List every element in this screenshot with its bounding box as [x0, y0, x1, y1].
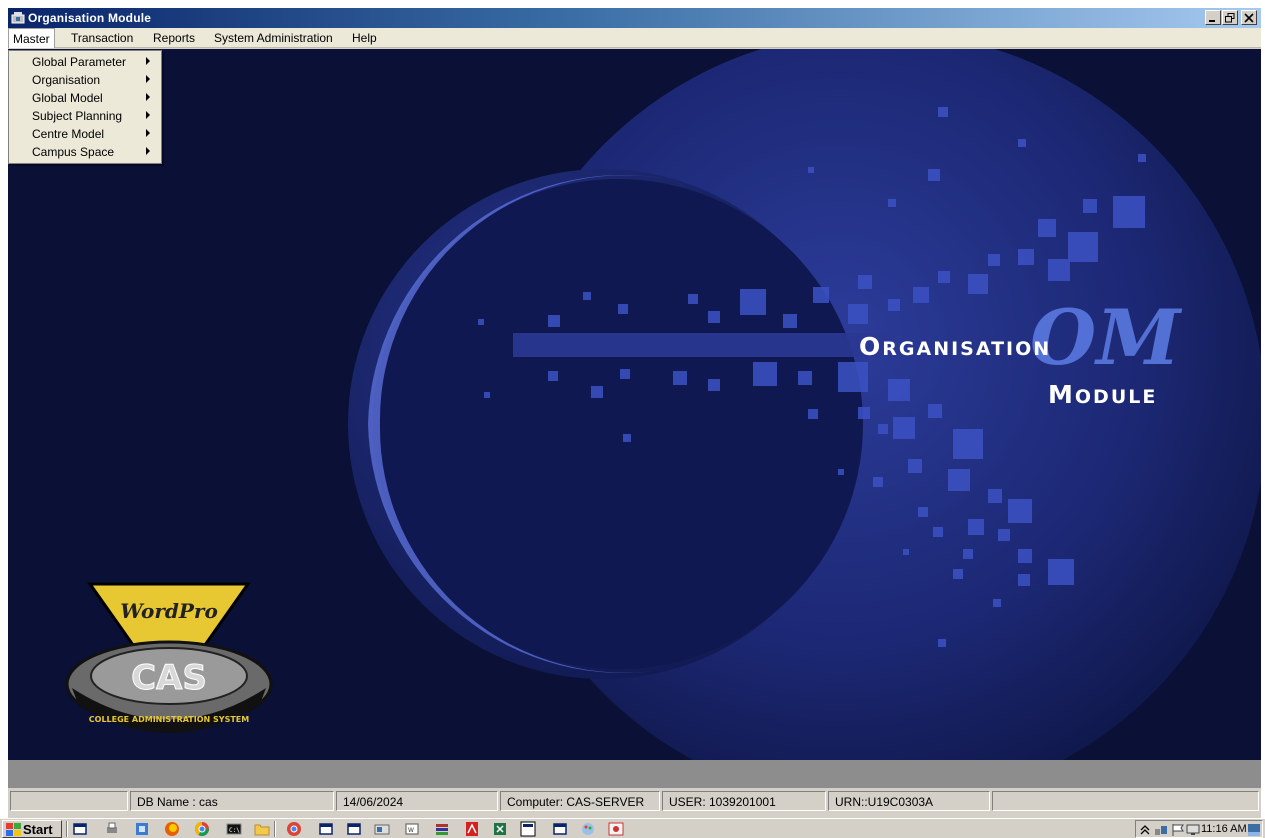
menu-item-label: Centre Model: [32, 127, 105, 141]
app-window: Organisation Module Master Transaction R…: [8, 8, 1261, 818]
submenu-arrow-icon: [146, 129, 150, 137]
terminal-icon[interactable]: C:\: [226, 821, 242, 837]
logo-cas-text: CAS: [131, 658, 207, 698]
title-bar[interactable]: Organisation Module: [8, 8, 1261, 28]
cas-logo: WordPro CAS COLLEGE ADMINISTRATION SYSTE…: [65, 582, 273, 733]
splash-line2-rest: ODULE: [1074, 386, 1158, 408]
monitor-icon[interactable]: [1186, 823, 1200, 837]
status-panel-blank: [10, 791, 128, 811]
menu-item-organisation[interactable]: Organisation: [9, 70, 161, 88]
window-app-icon[interactable]: [552, 821, 568, 837]
chevron-up-icon[interactable]: [1140, 824, 1150, 836]
image-viewer-icon[interactable]: [608, 821, 624, 837]
restore-button[interactable]: [1222, 10, 1238, 25]
menu-item-campus-space[interactable]: Campus Space: [9, 142, 161, 160]
chrome-icon[interactable]: [194, 821, 210, 837]
menu-item-label: Global Model: [32, 91, 103, 105]
status-bar: DB Name : cas 14/06/2024 Computer: CAS-S…: [8, 788, 1261, 814]
status-user: USER: 1039201001: [662, 791, 826, 811]
start-label: Start: [23, 822, 53, 837]
submenu-arrow-icon: [146, 111, 150, 119]
menu-item-subject-planning[interactable]: Subject Planning: [9, 106, 161, 124]
taskbar: Start C:\ W 11:16 AM: [0, 818, 1265, 838]
window-app-icon[interactable]: W: [404, 821, 420, 837]
gray-band: [8, 760, 1261, 788]
submenu-arrow-icon: [146, 93, 150, 101]
menu-reports[interactable]: Reports: [153, 31, 195, 45]
splash-line1-initial: O: [859, 332, 883, 361]
submenu-arrow-icon: [146, 75, 150, 83]
logo-brand-text: WordPro: [120, 599, 218, 623]
show-desktop-icon[interactable]: [1248, 824, 1260, 836]
window-app-icon[interactable]: [346, 821, 362, 837]
status-computer: Computer: CAS-SERVER: [500, 791, 660, 811]
close-button[interactable]: [1241, 10, 1257, 25]
splash-line2-initial: M: [1048, 380, 1075, 409]
minimize-icon: [1209, 19, 1215, 22]
splash-title-line1: ORGANISATION: [859, 332, 1051, 361]
svg-text:W: W: [408, 827, 414, 834]
clock[interactable]: 11:16 AM: [1201, 823, 1247, 835]
flag-icon[interactable]: [1171, 823, 1185, 837]
splash-line1-rest: RGANISATION: [882, 338, 1052, 360]
minimize-button[interactable]: [1205, 10, 1221, 25]
pdf-icon[interactable]: [464, 821, 480, 837]
folder-icon[interactable]: [254, 821, 270, 837]
network-icon[interactable]: [1154, 823, 1168, 837]
menu-item-label: Subject Planning: [32, 109, 123, 123]
menu-master[interactable]: Master: [8, 28, 55, 48]
stack-icon[interactable]: [434, 821, 450, 837]
window-app-icon[interactable]: [72, 821, 88, 837]
menu-bar: Master Transaction Reports System Admini…: [8, 28, 1261, 48]
window-title: Organisation Module: [28, 11, 152, 25]
window-app-icon[interactable]: [134, 821, 150, 837]
menu-item-label: Campus Space: [32, 145, 115, 159]
system-tray: 11:16 AM: [1135, 820, 1263, 838]
start-button[interactable]: Start: [2, 820, 62, 838]
window-app-icon[interactable]: [318, 821, 334, 837]
chrome-icon[interactable]: [286, 821, 302, 837]
splash-title-line2: MODULE: [1048, 380, 1157, 409]
taskbar-separator: [274, 821, 276, 837]
menu-transaction[interactable]: Transaction: [71, 31, 133, 45]
menu-item-label: Global Parameter: [32, 55, 127, 69]
menu-help[interactable]: Help: [352, 31, 377, 45]
menu-item-label: Organisation: [32, 73, 101, 87]
window-app-icon[interactable]: [374, 821, 390, 837]
windows-flag-icon: [6, 823, 21, 836]
taskbar-separator: [66, 821, 68, 837]
status-panel-end: [992, 791, 1259, 811]
submenu-arrow-icon: [146, 57, 150, 65]
status-db-name: DB Name : cas: [130, 791, 334, 811]
restore-icon: [1225, 12, 1235, 22]
status-urn: URN::U19C0303A: [828, 791, 990, 811]
app-icon[interactable]: [11, 11, 25, 25]
submenu-arrow-icon: [146, 147, 150, 155]
printer-app-icon[interactable]: [104, 821, 120, 837]
svg-text:C:\: C:\: [229, 827, 240, 834]
menu-item-global-parameter[interactable]: Global Parameter: [9, 52, 161, 70]
paint-icon[interactable]: [580, 821, 596, 837]
logo-tagline-text: COLLEGE ADMINISTRATION SYSTEM: [89, 715, 249, 724]
excel-icon[interactable]: [492, 821, 508, 837]
om-watermark: OM: [1030, 293, 1181, 382]
menu-item-centre-model[interactable]: Centre Model: [9, 124, 161, 142]
menu-item-global-model[interactable]: Global Model: [9, 88, 161, 106]
status-date: 14/06/2024: [336, 791, 498, 811]
splash-background: OM ORGANISATION MODULE WordPro CAS COLLE…: [8, 49, 1261, 760]
menu-system-administration[interactable]: System Administration: [214, 31, 333, 45]
close-icon: [1244, 12, 1254, 23]
firefox-icon[interactable]: [164, 821, 180, 837]
window-app-icon[interactable]: [520, 821, 536, 837]
master-dropdown-menu: Global Parameter Organisation Global Mod…: [8, 50, 162, 164]
